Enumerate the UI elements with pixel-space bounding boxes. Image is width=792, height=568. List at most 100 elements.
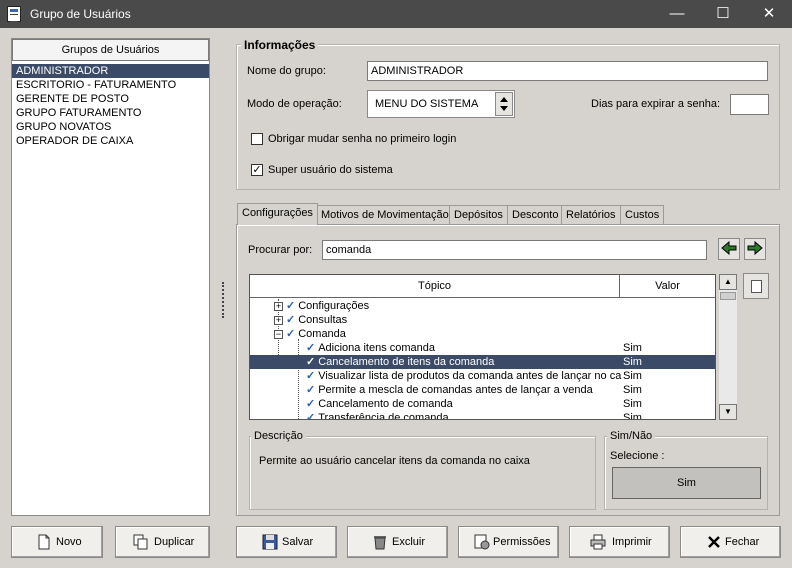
salvar-button[interactable]: Salvar xyxy=(236,526,337,558)
group-name-label: Nome do grupo: xyxy=(247,65,326,77)
grid-header: Tópico Valor xyxy=(250,275,715,298)
tree-row-label: Cancelamento de comanda xyxy=(318,398,453,410)
group-item-administrador[interactable]: ADMINISTRADOR xyxy=(12,64,209,78)
excluir-button[interactable]: Excluir xyxy=(347,526,448,558)
tab-relatorios[interactable]: Relatórios xyxy=(561,205,621,224)
tree-row-visualizar-lista[interactable]: ✓ Visualizar lista de produtos da comanda… xyxy=(250,369,715,383)
simnao-select-label: Selecione : xyxy=(610,450,665,462)
tree-row-configuracoes[interactable]: + ✓ Configurações xyxy=(250,299,715,313)
check-icon: ✓ xyxy=(306,412,316,420)
force-change-checkbox[interactable] xyxy=(251,133,263,145)
description-legend: Descrição xyxy=(251,430,306,442)
tree-row-label: Visualizar lista de produtos da comanda … xyxy=(318,370,622,382)
tree-row-label: Configurações xyxy=(298,300,370,312)
splitter-handle[interactable] xyxy=(222,282,225,318)
tree-row-consultas[interactable]: + ✓ Consultas xyxy=(250,313,715,327)
fechar-button[interactable]: Fechar xyxy=(680,526,781,558)
duplicar-label: Duplicar xyxy=(154,536,195,548)
minimize-button[interactable]: — xyxy=(654,0,700,28)
mode-select[interactable]: MENU DO SISTEMA xyxy=(367,90,515,118)
scroll-up-button[interactable]: ▲ xyxy=(719,274,737,290)
tree-row-value: Sim xyxy=(623,398,642,410)
tree-row-label: Comanda xyxy=(298,328,346,340)
mode-label: Modo de operação: xyxy=(247,98,342,110)
column-header-topico[interactable]: Tópico xyxy=(250,275,620,297)
grid-options-button[interactable] xyxy=(743,273,769,299)
column-header-valor[interactable]: Valor xyxy=(620,275,715,297)
excluir-label: Excluir xyxy=(392,536,426,548)
check-icon: ✓ xyxy=(286,300,296,312)
window-client: Grupos de Usuários ADMINISTRADOR ESCRITO… xyxy=(0,28,792,568)
permissoes-label: Permissões xyxy=(493,536,551,548)
tab-desconto[interactable]: Desconto xyxy=(507,205,564,224)
tab-configuracoes[interactable]: Configurações xyxy=(237,203,318,225)
description-text: Permite ao usuário cancelar itens da com… xyxy=(259,455,530,467)
app-icon xyxy=(7,6,21,22)
permissions-grid[interactable]: Tópico Valor + ✓ Configurações + ✓ Consultas… xyxy=(249,274,716,420)
document-icon xyxy=(751,280,762,293)
tree-row-label: Consultas xyxy=(298,314,348,326)
expand-icon[interactable]: + xyxy=(274,315,283,325)
group-name-input[interactable]: ADMINISTRADOR xyxy=(367,61,768,81)
tab-depositos[interactable]: Depósitos xyxy=(449,205,508,224)
novo-button[interactable]: Novo xyxy=(11,526,103,558)
duplicate-icon xyxy=(133,534,148,550)
tree-row-value: Sim xyxy=(623,369,642,383)
description-group: Descrição xyxy=(249,430,596,510)
group-item-novatos[interactable]: GRUPO NOVATOS xyxy=(12,120,209,134)
group-item-faturamento[interactable]: GRUPO FATURAMENTO xyxy=(12,106,209,120)
printer-icon xyxy=(590,534,606,550)
group-item-operador[interactable]: OPERADOR DE CAIXA xyxy=(12,134,209,148)
grid-scrollbar[interactable]: ▲ ▼ xyxy=(719,274,737,420)
tree-row-comanda[interactable]: − ✓ Comanda xyxy=(250,327,715,341)
group-item-gerente[interactable]: GERENTE DE POSTO xyxy=(12,92,209,106)
check-icon: ✓ xyxy=(286,314,296,326)
maximize-button[interactable]: ☐ xyxy=(700,0,746,28)
check-icon: ✓ xyxy=(306,370,316,382)
super-user-checkbox[interactable]: ✓ xyxy=(251,164,263,176)
simnao-value-box[interactable]: Sim xyxy=(612,467,761,499)
search-label: Procurar por: xyxy=(248,244,313,256)
groups-list[interactable]: Grupos de Usuários ADMINISTRADOR ESCRITO… xyxy=(11,38,210,516)
expire-days-input[interactable] xyxy=(730,94,769,115)
check-icon: ✓ xyxy=(286,328,296,340)
mode-spinner[interactable] xyxy=(495,92,513,116)
tab-custos[interactable]: Custos xyxy=(620,205,665,224)
tree-row-transferencia[interactable]: ✓ Transferência de comanda Sim xyxy=(250,411,715,420)
salvar-label: Salvar xyxy=(282,536,314,548)
tree-row-value: Sim xyxy=(623,384,642,396)
tab-motivos-movimentacao[interactable]: Motivos de Movimentação xyxy=(316,205,454,224)
title-bar: Grupo de Usuários — ☐ ✕ xyxy=(0,0,792,28)
close-button[interactable]: ✕ xyxy=(746,0,792,28)
super-user-label: Super usuário do sistema xyxy=(268,164,393,176)
prev-result-button[interactable] xyxy=(718,238,740,260)
spin-arrows-icon xyxy=(500,97,508,111)
window-title: Grupo de Usuários xyxy=(30,7,131,21)
expand-icon[interactable]: + xyxy=(274,301,283,311)
imprimir-label: Imprimir xyxy=(612,536,652,548)
trash-icon xyxy=(374,536,386,550)
search-input[interactable]: comanda xyxy=(322,240,707,260)
tree-row-label: Adiciona itens comanda xyxy=(318,342,436,354)
permissoes-button[interactable]: Permissões xyxy=(458,526,559,558)
tree-row-cancelamento-comanda[interactable]: ✓ Cancelamento de comanda Sim xyxy=(250,397,715,411)
info-legend: Informações xyxy=(241,38,319,52)
tree-row-adiciona-itens[interactable]: ✓ Adiciona itens comanda Sim xyxy=(250,341,715,355)
fechar-label: Fechar xyxy=(725,536,760,548)
save-icon xyxy=(262,534,278,550)
collapse-icon[interactable]: − xyxy=(274,329,283,339)
imprimir-button[interactable]: Imprimir xyxy=(569,526,670,558)
scroll-thumb[interactable] xyxy=(720,292,736,300)
next-result-button[interactable] xyxy=(744,238,766,260)
tree-row-mescla-comandas[interactable]: ✓ Permite a mescla de comandas antes de l… xyxy=(250,383,715,397)
duplicar-button[interactable]: Duplicar xyxy=(115,526,210,558)
arrow-right-icon xyxy=(747,240,763,256)
mode-select-value: MENU DO SISTEMA xyxy=(375,98,479,110)
permissions-icon xyxy=(474,534,490,550)
check-icon: ✓ xyxy=(306,342,316,354)
tree-row-cancelamento-itens[interactable]: ✓ Cancelamento de itens da comanda Sim xyxy=(250,355,715,369)
group-item-escritorio[interactable]: ESCRITORIO - FATURAMENTO xyxy=(12,78,209,92)
scroll-down-button[interactable]: ▼ xyxy=(719,404,737,420)
check-icon: ✓ xyxy=(306,356,316,368)
check-icon: ✓ xyxy=(306,398,316,410)
